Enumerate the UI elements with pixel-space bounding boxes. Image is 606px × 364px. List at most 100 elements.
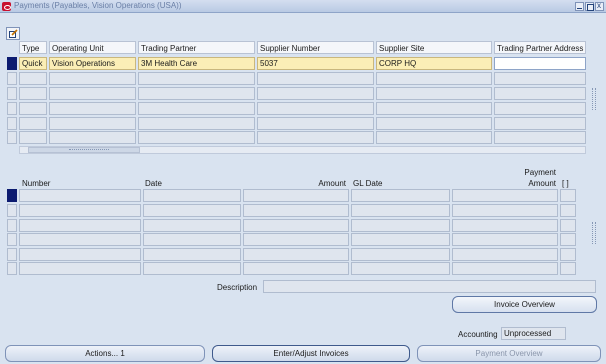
invoice-number-cell[interactable] — [19, 219, 141, 232]
record-indicator[interactable] — [7, 204, 17, 217]
column-header-payment-amount-top: Payment — [524, 168, 556, 177]
gl-date-cell[interactable] — [351, 204, 450, 217]
flex-field-cell[interactable] — [560, 262, 576, 275]
gl-date-cell[interactable] — [351, 248, 450, 261]
invoice-date-cell[interactable] — [143, 248, 241, 261]
invoice-amount-cell[interactable] — [243, 204, 349, 217]
trading-partner-address-cell[interactable] — [494, 87, 586, 100]
supplier-site-cell[interactable] — [376, 131, 492, 144]
trading-partner-address-cell[interactable] — [494, 131, 586, 144]
trading-partner-cell[interactable] — [138, 102, 255, 115]
operating-unit-cell[interactable] — [49, 72, 136, 85]
accounting-status-field: Unprocessed — [501, 327, 566, 340]
scrollbar-thumb[interactable] — [28, 147, 140, 153]
invoice-number-cell[interactable] — [19, 262, 141, 275]
supplier-number-cell[interactable]: 5037 — [257, 57, 374, 70]
operating-unit-cell[interactable] — [49, 131, 136, 144]
invoice-amount-cell[interactable] — [243, 248, 349, 261]
record-indicator[interactable] — [7, 102, 17, 115]
payment-amount-cell[interactable] — [452, 248, 558, 261]
enter-adjust-invoices-button[interactable]: Enter/Adjust Invoices — [212, 345, 410, 362]
close-icon[interactable] — [595, 1, 604, 11]
invoice-amount-cell[interactable] — [243, 219, 349, 232]
trading-partner-cell[interactable] — [138, 131, 255, 144]
description-field[interactable] — [263, 280, 596, 293]
invoice-amount-cell[interactable] — [243, 189, 349, 202]
operating-unit-cell[interactable] — [49, 117, 136, 130]
type-cell[interactable] — [19, 117, 47, 130]
trading-partner-cell[interactable] — [138, 117, 255, 130]
payment-overview-button[interactable]: Payment Overview — [417, 345, 601, 362]
type-cell[interactable] — [19, 72, 47, 85]
type-cell[interactable] — [19, 87, 47, 100]
type-cell[interactable] — [19, 131, 47, 144]
horizontal-scrollbar[interactable] — [19, 146, 586, 154]
gl-date-cell[interactable] — [351, 262, 450, 275]
payment-amount-cell[interactable] — [452, 262, 558, 275]
invoice-date-cell[interactable] — [143, 204, 241, 217]
gl-date-cell[interactable] — [351, 233, 450, 246]
minimize-icon[interactable] — [575, 2, 584, 11]
gl-date-cell[interactable] — [351, 189, 450, 202]
payment-amount-cell[interactable] — [452, 204, 558, 217]
invoice-date-cell[interactable] — [143, 262, 241, 275]
edit-form-button[interactable] — [6, 27, 20, 40]
actions-button[interactable]: Actions... 1 — [5, 345, 205, 362]
invoice-date-cell[interactable] — [143, 233, 241, 246]
type-cell[interactable] — [19, 102, 47, 115]
invoice-number-cell[interactable] — [19, 189, 141, 202]
supplier-site-cell[interactable] — [376, 117, 492, 130]
invoice-date-cell[interactable] — [143, 219, 241, 232]
payment-amount-cell[interactable] — [452, 219, 558, 232]
invoice-number-cell[interactable] — [19, 233, 141, 246]
maximize-icon[interactable] — [585, 2, 594, 11]
record-indicator[interactable] — [7, 219, 17, 232]
flex-field-cell[interactable] — [560, 233, 576, 246]
invoice-overview-button[interactable]: Invoice Overview — [452, 296, 597, 313]
invoice-number-cell[interactable] — [19, 204, 141, 217]
payment-amount-cell[interactable] — [452, 233, 558, 246]
trading-partner-cell[interactable] — [138, 87, 255, 100]
supplier-number-cell[interactable] — [257, 131, 374, 144]
invoice-date-cell[interactable] — [143, 189, 241, 202]
vertical-scroll-grip[interactable] — [592, 88, 596, 110]
supplier-site-cell[interactable] — [376, 87, 492, 100]
invoice-amount-cell[interactable] — [243, 262, 349, 275]
record-indicator[interactable] — [7, 72, 17, 85]
flex-field-cell[interactable] — [560, 248, 576, 261]
supplier-number-cell[interactable] — [257, 117, 374, 130]
supplier-site-cell[interactable]: CORP HQ — [376, 57, 492, 70]
supplier-site-cell[interactable] — [376, 72, 492, 85]
supplier-site-cell[interactable] — [376, 102, 492, 115]
gl-date-cell[interactable] — [351, 219, 450, 232]
record-indicator-current[interactable] — [7, 189, 17, 202]
trading-partner-cell[interactable]: 3M Health Care — [138, 57, 255, 70]
record-indicator[interactable] — [7, 117, 17, 130]
flex-field-cell[interactable] — [560, 204, 576, 217]
invoice-number-cell[interactable] — [19, 248, 141, 261]
column-header-trading-partner-address: Trading Partner Address — [494, 41, 586, 54]
trading-partner-address-cell[interactable] — [494, 117, 586, 130]
trading-partner-cell[interactable] — [138, 72, 255, 85]
supplier-number-cell[interactable] — [257, 87, 374, 100]
record-indicator-current[interactable] — [7, 57, 17, 70]
payment-amount-cell[interactable] — [452, 189, 558, 202]
record-indicator[interactable] — [7, 233, 17, 246]
invoice-amount-cell[interactable] — [243, 233, 349, 246]
supplier-number-cell[interactable] — [257, 72, 374, 85]
record-indicator[interactable] — [7, 262, 17, 275]
flex-field-cell[interactable] — [560, 219, 576, 232]
trading-partner-address-cell[interactable] — [494, 57, 586, 70]
record-indicator[interactable] — [7, 87, 17, 100]
operating-unit-cell[interactable] — [49, 102, 136, 115]
operating-unit-cell[interactable]: Vision Operations — [49, 57, 136, 70]
record-indicator[interactable] — [7, 131, 17, 144]
operating-unit-cell[interactable] — [49, 87, 136, 100]
supplier-number-cell[interactable] — [257, 102, 374, 115]
trading-partner-address-cell[interactable] — [494, 72, 586, 85]
flex-field-cell[interactable] — [560, 189, 576, 202]
trading-partner-address-cell[interactable] — [494, 102, 586, 115]
record-indicator[interactable] — [7, 248, 17, 261]
vertical-scroll-grip[interactable] — [592, 222, 596, 244]
type-cell[interactable]: Quick — [19, 57, 47, 70]
